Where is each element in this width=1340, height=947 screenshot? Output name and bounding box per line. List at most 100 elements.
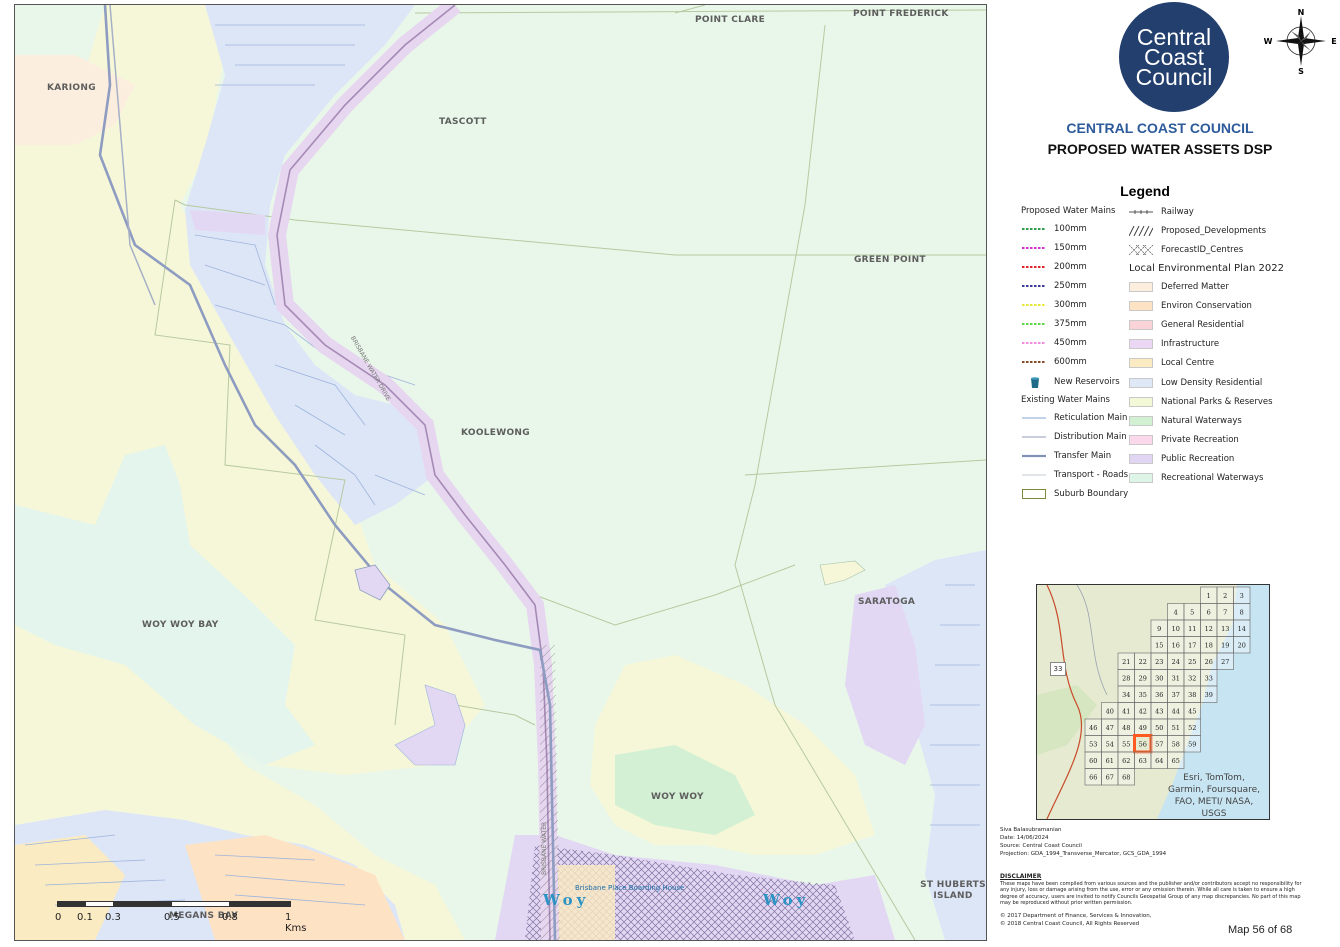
inset-cell-label: 60: [1089, 757, 1097, 765]
legend-existing-3-swatch: [1022, 470, 1046, 480]
legend-existing-3: Transport - Roads: [1022, 468, 1128, 482]
legend-lep-8: Private Recreation: [1129, 433, 1239, 447]
legend-forecast-centres: ForecastID_Centres: [1128, 243, 1244, 257]
legend-label: 150mm: [1054, 243, 1087, 253]
legend-label: 600mm: [1054, 357, 1087, 367]
inset-cell-label: 65: [1172, 757, 1180, 765]
inset-cell-label: 56: [1139, 740, 1147, 748]
legend-existing-1-swatch: [1022, 432, 1046, 442]
inset-cell-label: 20: [1238, 641, 1246, 649]
inset-cell-label: 36: [1155, 691, 1163, 699]
legend-label: 450mm: [1054, 338, 1087, 348]
label-street-lower: BRISBANE WATER: [541, 821, 548, 875]
legend-proposed-developments: Proposed_Developments: [1128, 224, 1266, 238]
legend-proposed-0-swatch: [1022, 224, 1046, 234]
inset-cell-label: 9: [1157, 625, 1161, 633]
legend-label: Suburb Boundary: [1054, 489, 1129, 499]
inset-cell-label: 32: [1188, 674, 1196, 682]
inset-cell-label: 17: [1188, 641, 1196, 649]
inset-cell-label: 3: [1240, 592, 1244, 600]
legend-label: 375mm: [1054, 319, 1087, 329]
legend-label: ForecastID_Centres: [1161, 245, 1244, 255]
inset-cell-label: 50: [1155, 724, 1163, 732]
legend-proposed-5-swatch: [1022, 319, 1046, 329]
legend-proposed-3-swatch: [1022, 281, 1046, 291]
legend-lep-3: Infrastructure: [1129, 337, 1219, 351]
inset-cell-label: 55: [1122, 740, 1130, 748]
label-green-point: GREEN POINT: [854, 255, 926, 265]
inset-attribution: Esri, TomTom, Garmin, Foursquare, FAO, M…: [1167, 773, 1260, 819]
route-33-marker: 33: [1050, 662, 1066, 676]
legend-label: Transfer Main: [1054, 451, 1112, 461]
disclaimer-text: These maps have been compiled from vario…: [1000, 881, 1302, 906]
inset-cell-label: 41: [1122, 707, 1130, 715]
legend-proposed-0: 100mm: [1022, 222, 1087, 236]
inset-cell-label: 27: [1221, 658, 1229, 666]
inset-cell-label: 42: [1139, 707, 1147, 715]
compass-w: W: [1264, 37, 1273, 46]
inset-cell-label: 21: [1122, 658, 1130, 666]
map-title: CENTRAL COAST COUNCIL: [1066, 120, 1254, 136]
inset-cell-label: 68: [1122, 773, 1130, 781]
meta-author: Siva Balasubramanian: [1000, 827, 1062, 833]
inset-cell-label: 34: [1122, 691, 1130, 699]
inset-cell-label: 2: [1223, 592, 1227, 600]
inset-cell-label: 7: [1223, 608, 1227, 616]
legend-lep-9: Public Recreation: [1129, 452, 1234, 466]
legend-proposed-6: 450mm: [1022, 336, 1087, 350]
legend-label: 100mm: [1054, 224, 1087, 234]
crosshatch-swatch: [1128, 244, 1154, 256]
map-number: Map 56 of 68: [1228, 924, 1293, 936]
inset-cell-label: 18: [1205, 641, 1213, 649]
legend-lep-7-swatch: [1129, 415, 1153, 426]
label-boarding-house: Brisbane Place Boarding House: [575, 884, 685, 892]
hatch-swatch: [1128, 225, 1154, 237]
legend-existing-2-swatch: [1022, 451, 1046, 461]
inset-cell-label: 8: [1240, 608, 1244, 616]
meta-source: Source: Central Coast Council: [1000, 843, 1082, 849]
legend-lep-7: Natural Waterways: [1129, 414, 1242, 428]
legend-label: Deferred Matter: [1161, 282, 1229, 292]
inset-cell-label: 12: [1205, 625, 1213, 633]
inset-cell-label: 25: [1188, 658, 1196, 666]
legend-existing-1: Distribution Main: [1022, 430, 1127, 444]
compass-rose-icon: N S W E: [1264, 8, 1337, 76]
legend-lep-6-swatch: [1129, 396, 1153, 407]
legend-proposed-heading: Proposed Water Mains: [1021, 206, 1116, 216]
legend-proposed-2: 200mm: [1022, 260, 1087, 274]
inset-cell-label: 51: [1172, 724, 1180, 732]
main-map[interactable]: POINT CLARE POINT FREDERICK KARIONG TASC…: [14, 4, 987, 941]
legend-lep-0: Deferred Matter: [1129, 280, 1229, 294]
legend-lep-heading: Local Environmental Plan 2022: [1129, 263, 1284, 274]
legend-label: Distribution Main: [1054, 432, 1127, 442]
inset-cell-label: 13: [1221, 625, 1229, 633]
inset-cell-label: 1: [1207, 592, 1211, 600]
legend-lep-4: Local Centre: [1129, 356, 1214, 370]
label-point-frederick: POINT FREDERICK: [853, 9, 949, 19]
legend-lep-10-swatch: [1129, 473, 1153, 483]
legend-proposed-1-swatch: [1022, 243, 1046, 253]
logo-line: Council: [1135, 64, 1213, 90]
legend-lep-1: Environ Conservation: [1129, 299, 1252, 313]
scale-segment-2: [85, 901, 115, 907]
legend-label: 200mm: [1054, 262, 1087, 272]
legend-lep-2-swatch: [1129, 320, 1153, 331]
legend-label: Reticulation Main: [1054, 413, 1128, 423]
inset-cell-label: 52: [1188, 724, 1196, 732]
legend-label: 250mm: [1054, 281, 1087, 291]
label-water-woy-left: Woy: [543, 891, 590, 909]
scale-bar: 0 0.1 0.3 0.5 0.8 1 Kms: [55, 895, 315, 934]
legend-proposed-4: 300mm: [1022, 298, 1087, 312]
meta-date: Date: 14/06/2024: [1000, 835, 1049, 841]
scale-tick: 0.3: [105, 912, 121, 923]
legend-proposed-4-swatch: [1022, 300, 1046, 310]
legend-proposed-1: 150mm: [1022, 241, 1087, 255]
inset-cell-label: 63: [1139, 757, 1147, 765]
compass-n: N: [1298, 8, 1305, 17]
legend-existing-0: Reticulation Main: [1022, 411, 1127, 425]
legend-label: Recreational Waterways: [1161, 473, 1264, 483]
legend-new-reservoirs: New Reservoirs: [1022, 375, 1120, 389]
legend-label: Private Recreation: [1161, 434, 1239, 445]
inset-cell-label: 19: [1221, 641, 1229, 649]
scale-segment-4: [171, 901, 231, 907]
